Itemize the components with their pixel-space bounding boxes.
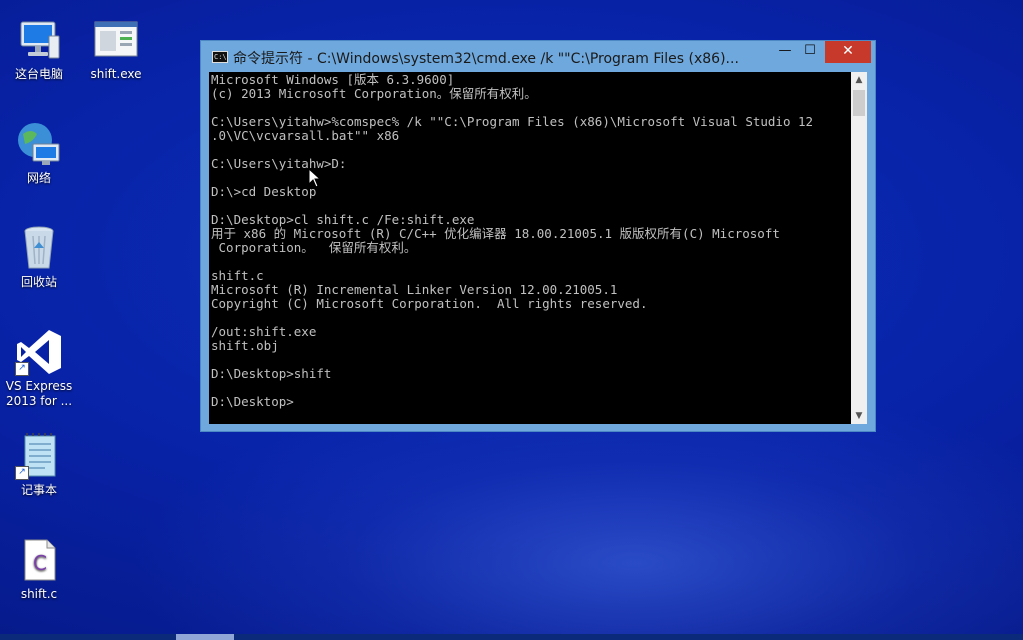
scroll-down-button[interactable]: ▼ [851, 408, 867, 424]
maximize-icon: ☐ [804, 43, 816, 58]
desktop-icon-shift-c[interactable]: C shift.c [0, 536, 78, 602]
desktop-icon-network[interactable]: 网络 [0, 120, 78, 186]
cmd-window[interactable]: C:\ 命令提示符 - C:\Windows\system32\cmd.exe … [200, 40, 876, 432]
this-pc-icon [15, 16, 63, 64]
exe-file-icon [92, 16, 140, 64]
close-button[interactable]: ✕ [825, 41, 871, 63]
cmd-app-icon[interactable]: C:\ [212, 51, 228, 63]
vertical-scrollbar[interactable]: ▲ ▼ [851, 72, 867, 424]
c-source-file-icon: C [15, 536, 63, 584]
taskbar[interactable] [0, 634, 1023, 640]
desktop-icon-notepad[interactable]: ↗ 记事本 [0, 432, 78, 498]
desktop-icon-label: shift.c [20, 587, 58, 601]
taskbar-item-cmd[interactable] [176, 634, 234, 640]
mouse-pointer-icon [308, 168, 322, 188]
close-icon: ✕ [842, 43, 854, 59]
desktop-icon-label: 记事本 [20, 483, 57, 497]
scroll-up-button[interactable]: ▲ [851, 72, 867, 88]
shortcut-arrow-icon: ↗ [15, 362, 29, 376]
chevron-down-icon: ▼ [855, 411, 863, 421]
console-output[interactable]: Microsoft Windows [版本 6.3.9600] (c) 2013… [211, 73, 851, 423]
desktop-icon-shift-exe[interactable]: shift.exe [77, 16, 155, 82]
desktop-icon-label: 网络 [26, 171, 51, 185]
desktop-icon-recycle-bin[interactable]: 回收站 [0, 224, 78, 290]
visual-studio-icon: ↗ [15, 328, 63, 376]
cmd-titlebar[interactable]: C:\ 命令提示符 - C:\Windows\system32\cmd.exe … [201, 41, 875, 71]
notepad-icon: ↗ [15, 432, 63, 480]
desktop-icon-label: 回收站 [20, 275, 57, 289]
network-icon [15, 120, 63, 168]
svg-text:C: C [33, 551, 47, 575]
desktop-icon-this-pc[interactable]: 这台电脑 [0, 16, 78, 82]
desktop-icon-label: VS Express 2013 for ... [5, 379, 73, 408]
desktop-icon-vs-express[interactable]: ↗ VS Express 2013 for ... [0, 328, 78, 409]
minimize-icon: — [778, 43, 792, 58]
desktop-icon-label: 这台电脑 [14, 67, 63, 81]
scrollbar-thumb[interactable] [853, 90, 865, 116]
minimize-button[interactable]: — [773, 41, 797, 63]
recycle-bin-icon [15, 224, 63, 272]
shortcut-arrow-icon: ↗ [15, 466, 29, 480]
console-area[interactable]: Microsoft Windows [版本 6.3.9600] (c) 2013… [209, 72, 867, 424]
maximize-button[interactable]: ☐ [798, 41, 822, 63]
desktop-icon-label: shift.exe [90, 67, 142, 81]
chevron-up-icon: ▲ [855, 75, 863, 85]
window-title: 命令提示符 - C:\Windows\system32\cmd.exe /k "… [233, 51, 739, 67]
